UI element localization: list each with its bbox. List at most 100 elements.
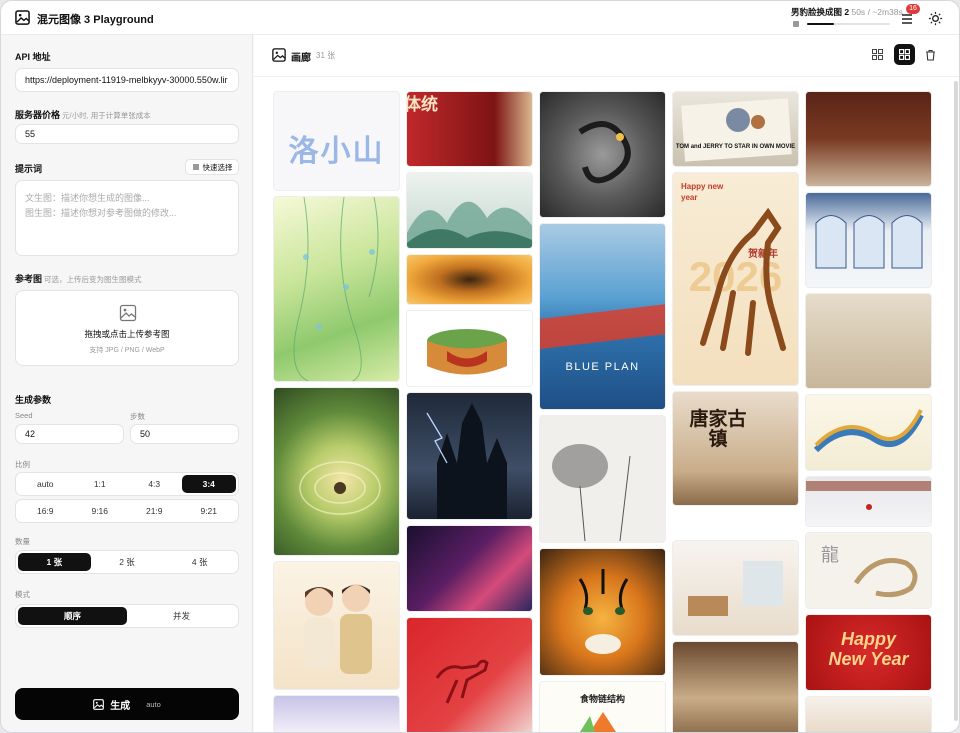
prompt-label: 提示词: [15, 164, 43, 174]
cathedral-illustration: [426, 403, 507, 519]
horse-ink-illustration: [435, 659, 489, 704]
gallery-image[interactable]: [539, 91, 666, 218]
steps-label: 步数: [130, 412, 145, 421]
reference-label: 参考图 可选，上传后变为图生图模式: [15, 272, 142, 285]
ratio-option[interactable]: 21:9: [127, 502, 182, 520]
price-input[interactable]: 55: [15, 124, 239, 144]
task-eta: / ~2m38s: [867, 7, 903, 17]
tile-caption: Happy New Year: [828, 629, 909, 669]
task-elapsed: 50s: [851, 7, 866, 17]
reference-hint: 可选，上传后变为图生图模式: [44, 275, 142, 284]
dragon-sketch-illustration: [853, 558, 918, 598]
ratio-option[interactable]: 9:16: [73, 502, 128, 520]
tile-caption: BLUE PLAN: [565, 361, 640, 373]
gallery-image[interactable]: [273, 196, 400, 382]
count-option[interactable]: 4 张: [163, 553, 236, 571]
gallery-image[interactable]: [805, 476, 932, 527]
image-icon: [93, 698, 105, 710]
grid-icon: [899, 49, 910, 60]
tile-caption: 食物链结构: [579, 694, 625, 704]
image-icon: [15, 10, 30, 25]
clear-gallery-button[interactable]: [920, 44, 941, 65]
gallery-image[interactable]: [273, 561, 400, 690]
gallery-image[interactable]: [805, 394, 932, 471]
price-label-text: 服务器价格: [15, 110, 61, 120]
progress-track: [807, 23, 890, 25]
blue-plan-illustration: [540, 304, 665, 349]
gallery-image[interactable]: [805, 293, 932, 389]
generate-label: 生成: [110, 700, 131, 712]
count-option[interactable]: 2 张: [91, 553, 164, 571]
prompt-textarea[interactable]: 文生图：描述你想生成的图像... 图生图：描述你想对参考图做的修改...: [15, 180, 239, 256]
gallery-header: 画廊 31 张: [254, 35, 959, 77]
ratio-option-selected[interactable]: 3:4: [181, 475, 236, 493]
snow-palace-illustration: [806, 481, 931, 510]
gallery-image[interactable]: [805, 91, 932, 187]
upload-dropzone[interactable]: 拖拽或点击上传参考图 支持 JPG / PNG / WebP: [15, 290, 239, 366]
gallery-image[interactable]: [539, 548, 666, 676]
image-icon: [119, 304, 137, 322]
gallery-image[interactable]: [672, 540, 799, 636]
gallery-image[interactable]: [672, 641, 799, 732]
gallery-image[interactable]: [406, 525, 533, 612]
gallery-title: 画廊: [291, 53, 311, 64]
count-option-selected[interactable]: 1 张: [18, 553, 91, 571]
api-url-input[interactable]: https://deployment-11919-melbkyyv-30000.…: [15, 68, 239, 92]
steps-input[interactable]: 50: [130, 424, 239, 444]
large-grid-button[interactable]: [894, 44, 915, 65]
gallery-image[interactable]: [406, 617, 533, 732]
notification-badge: 16: [906, 4, 920, 14]
ratio-row-2: 16:9 9:16 21:9 9:21: [15, 499, 239, 523]
app-title: 混元图像 3 Playground: [37, 14, 154, 26]
price-label: 服务器价格 元/小时, 用于计算单张成本: [15, 108, 151, 121]
gallery-image[interactable]: [273, 387, 400, 556]
gallery-image[interactable]: [406, 310, 533, 387]
ratio-option[interactable]: auto: [18, 475, 73, 493]
gallery-image[interactable]: 洛小山: [273, 91, 400, 191]
gallery-image[interactable]: 唐家古镇: [672, 391, 799, 506]
stop-icon[interactable]: [793, 21, 799, 27]
couple-illustration: [304, 584, 372, 674]
mode-label: 模式: [15, 590, 30, 599]
water-vortex-illustration: [299, 461, 381, 515]
task-name: 男豹脸换成图 2: [791, 7, 850, 17]
gallery-image[interactable]: [805, 696, 932, 732]
mountain-illustration: [407, 201, 532, 248]
gallery-image[interactable]: [539, 415, 666, 543]
seed-input[interactable]: 42: [15, 424, 124, 444]
gallery-image[interactable]: [406, 172, 533, 249]
gallery-image[interactable]: Happy New Year: [805, 614, 932, 691]
ratio-label: 比例: [15, 460, 30, 469]
mode-option-selected[interactable]: 顺序: [18, 607, 127, 625]
ratio-option[interactable]: 4:3: [127, 475, 182, 493]
ratio-option[interactable]: 9:21: [182, 502, 237, 520]
ratio-option[interactable]: 1:1: [73, 475, 128, 493]
gallery-scrollbar[interactable]: [954, 81, 958, 721]
gallery-image[interactable]: BLUE PLAN: [539, 223, 666, 410]
gallery-image[interactable]: Happy new year 2026 贺新年: [672, 172, 799, 386]
gallery-image[interactable]: [805, 192, 932, 288]
gallery-image[interactable]: 食物链结构: [539, 681, 666, 732]
gallery-image[interactable]: [273, 695, 400, 732]
hall-illustration: [815, 215, 923, 269]
gallery-image[interactable]: 成何体统: [406, 91, 533, 167]
gallery-image[interactable]: 龍: [805, 532, 932, 609]
compact-grid-button[interactable]: [867, 44, 888, 65]
progress-fill: [807, 23, 834, 25]
ratio-row-1: auto 1:1 4:3 3:4: [15, 472, 239, 496]
sun-icon[interactable]: [928, 11, 943, 26]
gallery-image[interactable]: [406, 254, 533, 305]
small-grid-icon: [872, 49, 883, 60]
ratio-option[interactable]: 16:9: [18, 502, 73, 520]
tom-jerry-illustration: [681, 98, 792, 162]
gallery-panel: 画廊 31 张 洛小山 成何体统: [254, 35, 959, 732]
generate-button[interactable]: 生成 auto: [15, 688, 239, 720]
horse-illustration: [700, 207, 786, 356]
task-progress[interactable]: 男豹脸换成图 2 50s / ~2m38s: [791, 6, 903, 30]
living-room-illustration: [688, 561, 783, 616]
gallery-image[interactable]: [406, 392, 533, 520]
gallery-image[interactable]: TOM and JERRY TO STAR IN OWN MOVIE: [672, 91, 799, 167]
mode-option[interactable]: 并发: [127, 607, 236, 625]
quick-select-button[interactable]: 快速选择: [185, 159, 239, 175]
trash-icon: [926, 49, 935, 61]
